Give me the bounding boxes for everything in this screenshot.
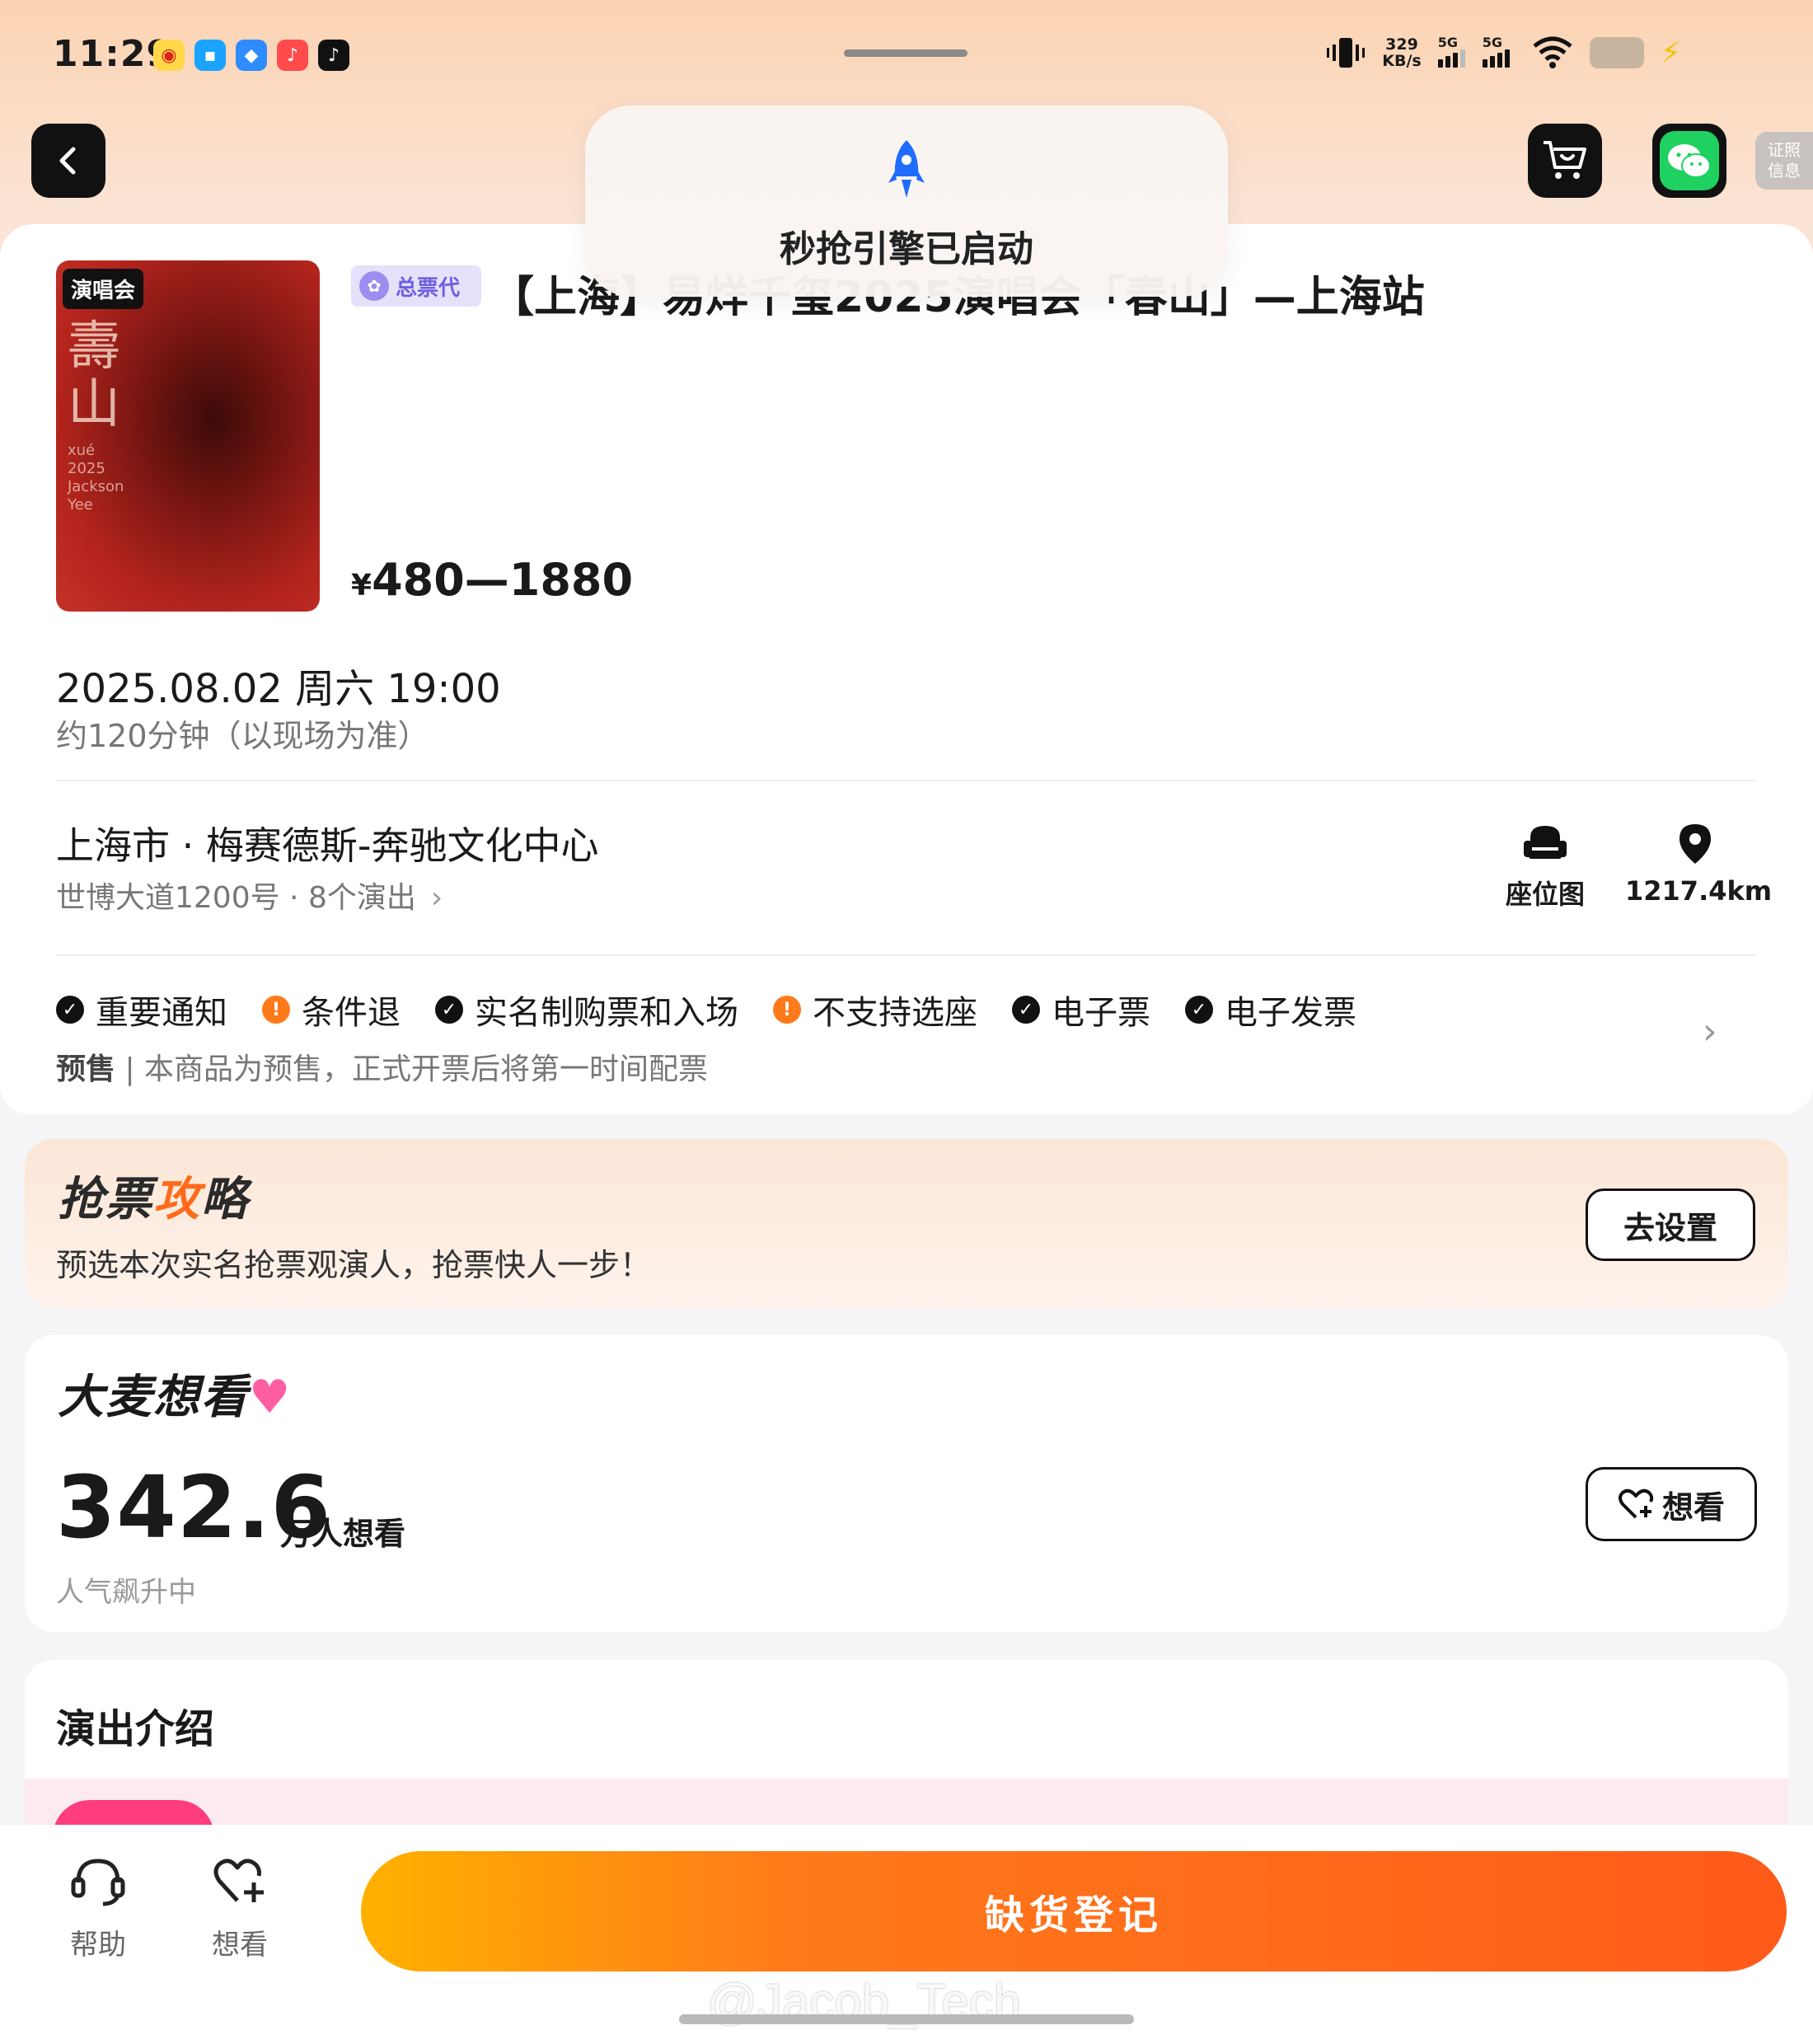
warning-circle-icon: !: [773, 996, 801, 1024]
notice-item: ✓ 电子发票: [1185, 986, 1356, 1034]
heart-icon: ♥: [249, 1371, 293, 1424]
strategy-title: 抢票攻略: [58, 1173, 249, 1226]
seat-map-button[interactable]: 座位图: [1500, 823, 1590, 912]
event-datetime: 2025.08.02 周六 19:00: [56, 666, 501, 712]
messenger-icon: ▪: [194, 40, 226, 71]
cart-icon: [1544, 141, 1586, 179]
venue-location-button[interactable]: 1217.4km: [1625, 823, 1772, 907]
out-of-stock-register-button[interactable]: 缺货登记: [361, 1851, 1787, 1971]
heart-plus-icon: [213, 1859, 264, 1902]
event-duration: 约120分钟（以现场为准）: [56, 718, 429, 754]
signal-1-icon: 5G: [1437, 35, 1466, 68]
license-info-tab[interactable]: 证照 信息: [1755, 132, 1813, 190]
notice-item: ✓ 重要通知: [56, 986, 227, 1034]
warning-circle-icon: !: [262, 996, 290, 1024]
home-indicator[interactable]: [679, 2014, 1134, 2024]
seat-icon: [1524, 826, 1567, 859]
wechat-share-button[interactable]: [1652, 124, 1726, 198]
check-circle-icon: ✓: [56, 996, 84, 1024]
check-circle-icon: ✓: [435, 996, 463, 1024]
check-circle-icon: ✓: [1012, 996, 1040, 1024]
service-notices[interactable]: ✓ 重要通知 ! 条件退 ✓ 实名制购票和入场 ! 不支持选座 ✓ 电子票 ✓ 电子发票: [56, 986, 1391, 1034]
rocket-icon: [888, 140, 925, 198]
strategy-description: 预选本次实名抢票观演人，抢票快人一步！: [56, 1247, 652, 1283]
notice-item: ! 条件退: [262, 986, 401, 1034]
intro-title: 演出介绍: [56, 1706, 215, 1752]
vibrate-icon: [1327, 38, 1366, 68]
price-range: ¥480—1880: [351, 554, 634, 606]
cart-button[interactable]: [1528, 124, 1602, 198]
notice-item: ✓ 电子票: [1012, 986, 1150, 1034]
headset-icon: [71, 1859, 125, 1906]
network-speed: 329 KB/s: [1382, 35, 1422, 70]
wifi-icon: [1533, 36, 1572, 68]
want-to-see-button[interactable]: 想看: [1586, 1467, 1757, 1541]
lark-icon: ◆: [236, 40, 267, 71]
presale-note: 预售 | 本商品为预售，正式开票后将第一时间配票: [56, 1052, 709, 1086]
signal-2-icon: 5G: [1482, 35, 1516, 68]
notification-icons: ◉ ▪ ◆ ♪ ♪: [153, 40, 349, 71]
venue-name[interactable]: 上海市 · 梅赛德斯-奔驰文化中心: [56, 816, 598, 870]
help-button[interactable]: 帮助: [61, 1854, 135, 1962]
location-pin-icon: [1679, 824, 1711, 864]
status-bar: 11:29 ◉ ▪ ◆ ♪ ♪ 329 KB/s 5G 5G ⚡: [0, 0, 1813, 99]
agent-badge: ✿ 总票代: [351, 265, 481, 307]
chevron-right-icon[interactable]: ›: [1703, 1010, 1717, 1052]
poster-category-tag: 演唱会: [63, 269, 144, 309]
tiktok-icon: ♪: [318, 40, 349, 71]
battery-icon: [1589, 37, 1644, 68]
charging-icon: ⚡: [1660, 35, 1681, 70]
venue-address-link[interactable]: 世博大道1200号 · 8个演出 ›: [56, 874, 443, 917]
weibo-icon: ◉: [153, 40, 185, 71]
chevron-left-icon: [59, 147, 76, 175]
go-setup-button[interactable]: 去设置: [1586, 1188, 1755, 1261]
bottom-want-button[interactable]: 想看: [203, 1854, 277, 1962]
system-indicators: 329 KB/s 5G 5G ⚡: [1326, 35, 1681, 71]
wishlist-count-unit: 万人想看: [280, 1516, 406, 1552]
check-circle-icon: ✓: [1185, 996, 1213, 1024]
wishlist-title: 大麦想看♥: [58, 1371, 293, 1424]
heart-plus-icon: [1618, 1488, 1654, 1519]
notice-item: ! 不支持选座: [773, 986, 977, 1034]
xiaohongshu-icon: ♪: [277, 40, 308, 71]
wishlist-trend: 人气飙升中: [56, 1576, 196, 1609]
window-drag-handle[interactable]: [844, 49, 967, 57]
notice-item: ✓ 实名制购票和入场: [435, 986, 738, 1034]
divider: [56, 954, 1757, 956]
event-poster[interactable]: 演唱会 壽山 xué 2025 Jackson Yee: [56, 260, 320, 612]
back-button[interactable]: [31, 124, 105, 198]
chevron-right-icon: ›: [430, 881, 443, 915]
agent-logo-icon: ✿: [359, 271, 389, 301]
toast-message: 秒抢引擎已启动: [780, 228, 1033, 270]
wechat-icon: [1668, 144, 1711, 178]
divider: [56, 780, 1757, 781]
